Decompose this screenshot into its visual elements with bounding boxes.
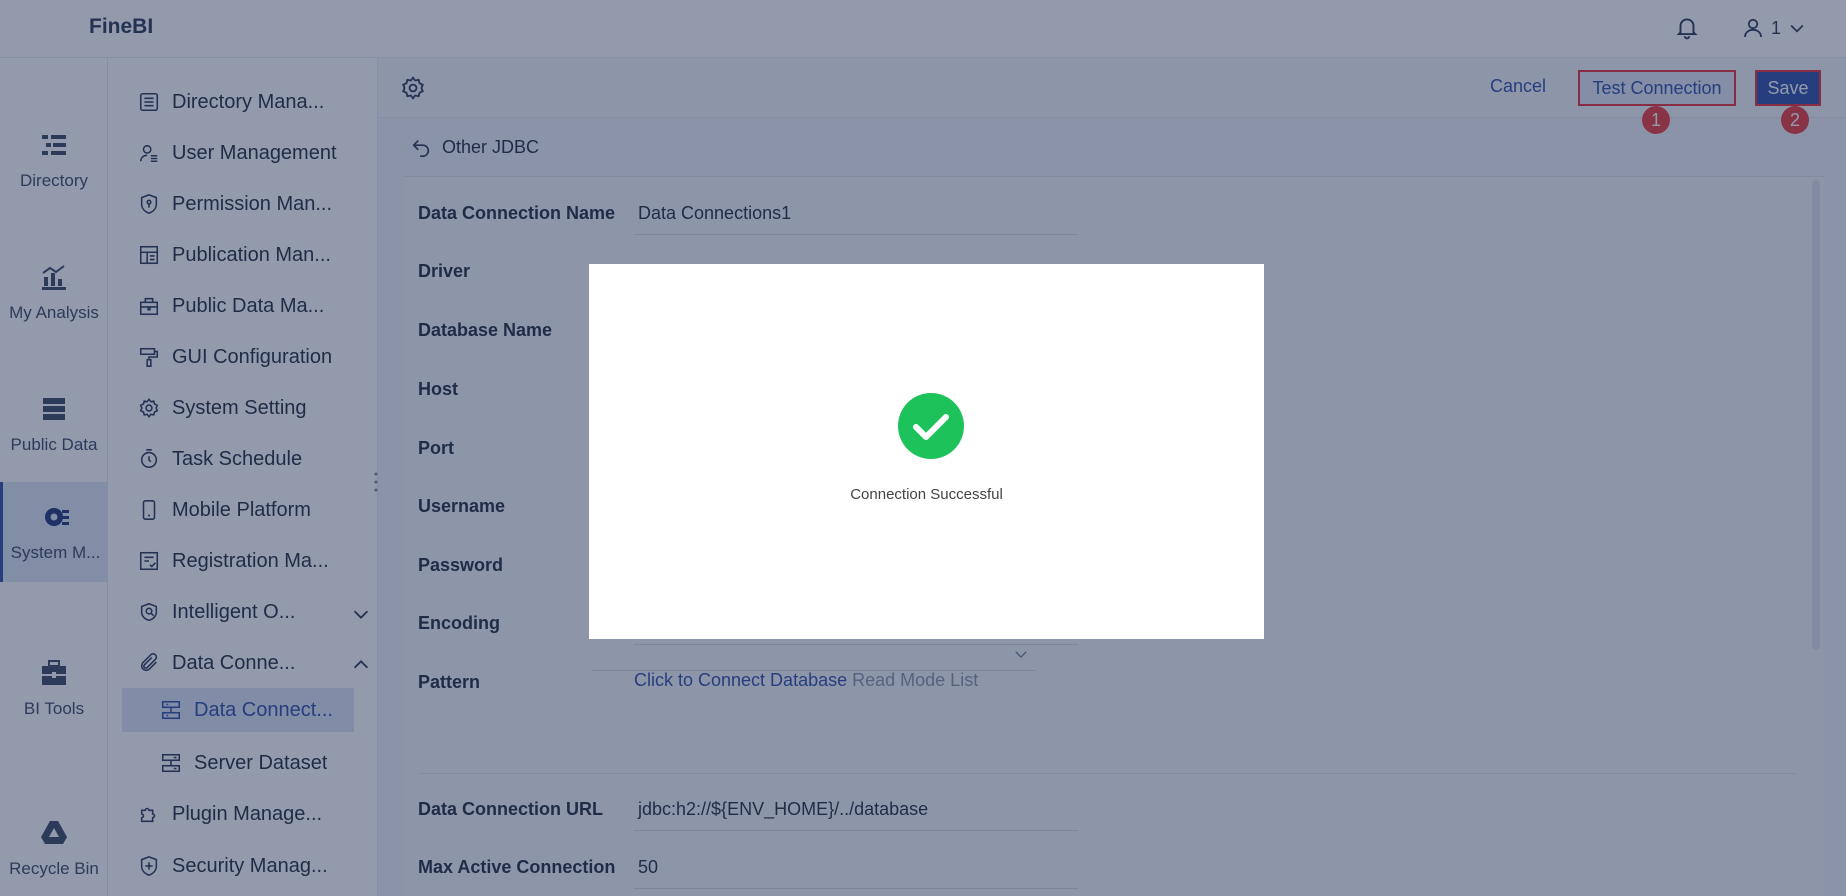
check-circle-icon	[898, 393, 964, 459]
success-message: Connection Successful	[850, 486, 1003, 503]
connection-result-dialog: Connection Successful	[589, 264, 1264, 639]
